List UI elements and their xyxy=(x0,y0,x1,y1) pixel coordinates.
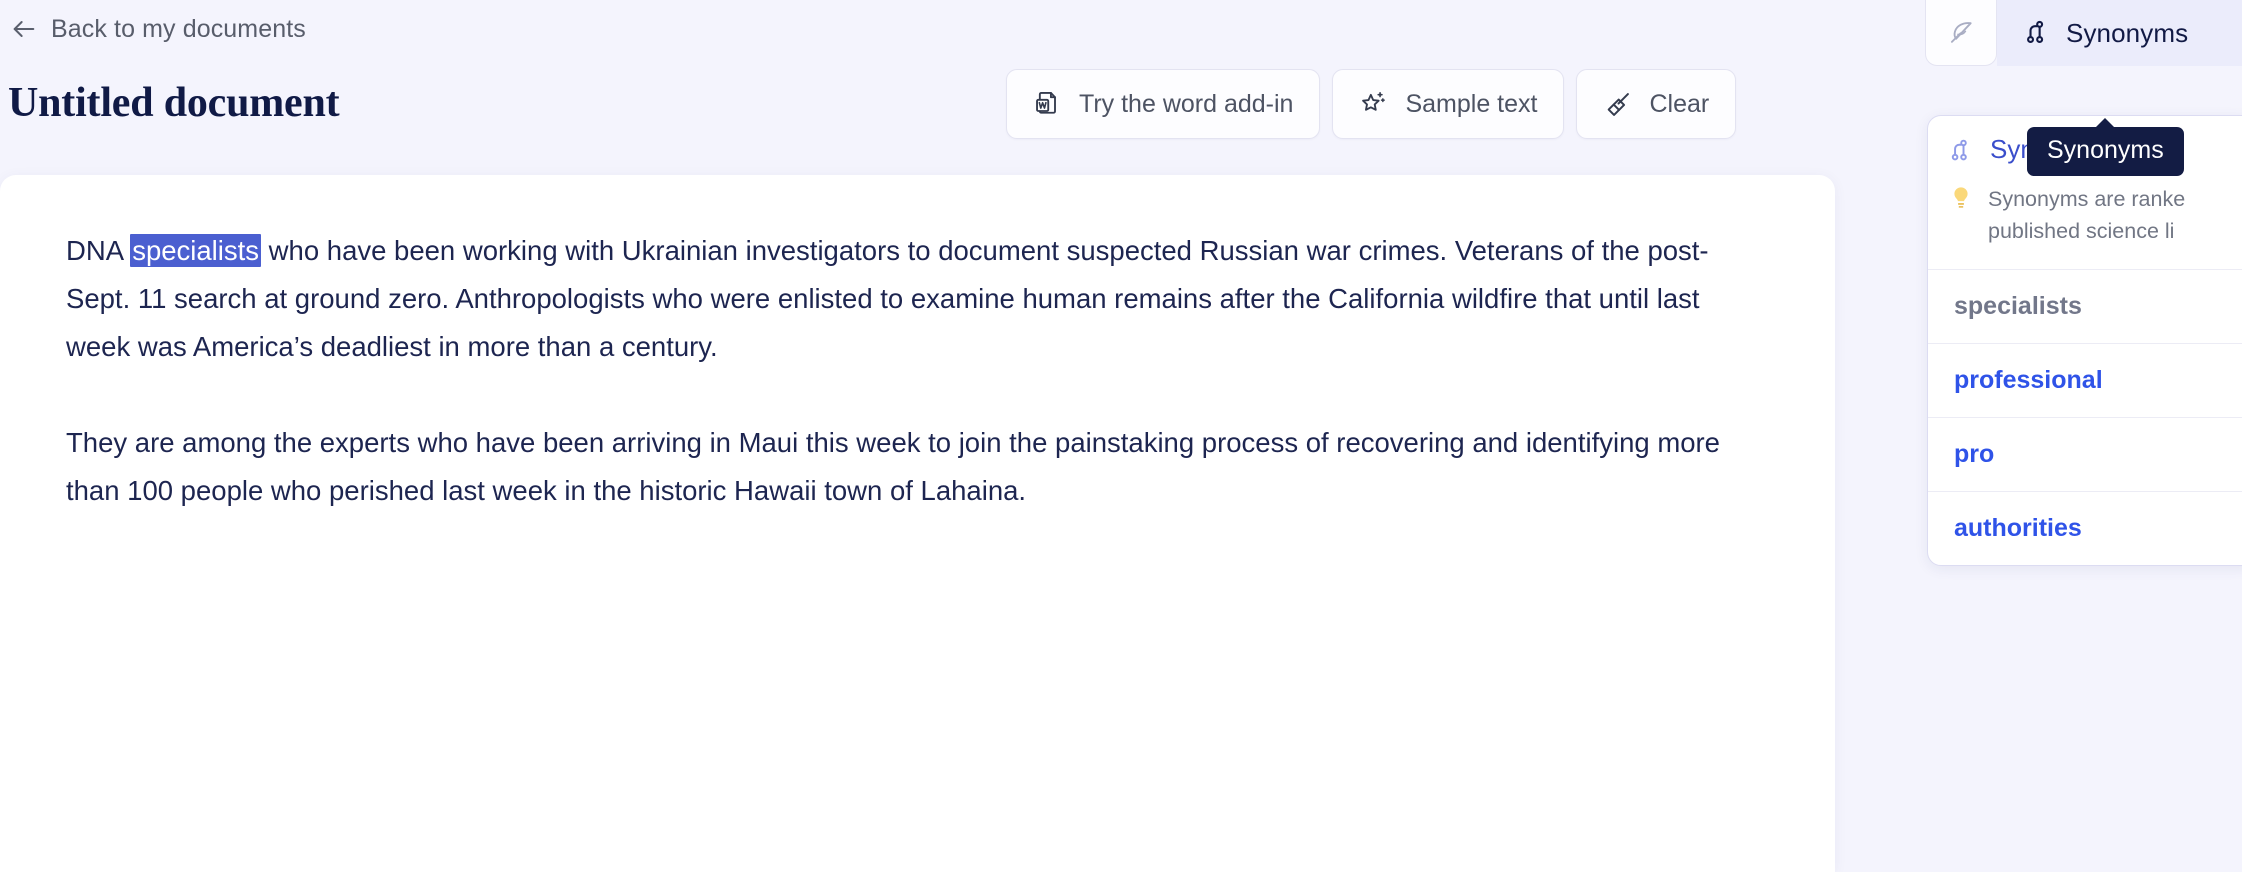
page-title: Untitled document xyxy=(8,80,340,126)
document-card: DNA specialists who have been working wi… xyxy=(0,175,1835,872)
sparkle-star-icon xyxy=(1359,89,1389,119)
paragraph-1-suffix: who have been working with Ukrainian inv… xyxy=(66,235,1709,362)
branch-icon xyxy=(1948,137,1976,165)
branch-icon xyxy=(2023,18,2053,48)
document-paragraph-1: DNA specialists who have been working wi… xyxy=(66,227,1765,371)
sidebar-tab-bar: Synonyms xyxy=(1925,0,2242,66)
synonyms-panel: Synonyms for "s Synonyms are rankepublis… xyxy=(1927,115,2242,566)
word-document-icon xyxy=(1033,89,1063,119)
document-toolbar: Try the word add-in Sample text Clear xyxy=(1006,69,1737,139)
tab-synonyms[interactable]: Synonyms xyxy=(1997,0,2242,66)
clear-button[interactable]: Clear xyxy=(1576,69,1737,139)
document-text-area[interactable]: DNA specialists who have been working wi… xyxy=(0,175,1835,515)
back-to-documents-link[interactable]: Back to my documents xyxy=(10,8,306,50)
synonym-item-authorities[interactable]: authorities xyxy=(1928,491,2242,565)
hint-line-2: published science li xyxy=(1988,219,2175,243)
synonyms-hint-text: Synonyms are ranke published science li xyxy=(1988,183,2185,247)
tab-synonyms-label: Synonyms xyxy=(2066,17,2189,48)
arrow-left-icon xyxy=(10,15,38,43)
sample-text-label: Sample text xyxy=(1405,89,1538,118)
hint-line-1: Synonyms are ranke xyxy=(1988,187,2186,211)
synonyms-hint: Synonyms are ranke published science li xyxy=(1928,165,2242,269)
broom-icon xyxy=(1603,89,1633,119)
synonym-item-pro[interactable]: pro xyxy=(1928,417,2242,491)
feather-quill-icon xyxy=(1946,18,1976,48)
try-word-addin-button[interactable]: Try the word add-in xyxy=(1006,69,1321,139)
clear-label: Clear xyxy=(1649,89,1710,118)
document-paragraph-2: They are among the experts who have been… xyxy=(66,427,1720,506)
back-link-label: Back to my documents xyxy=(51,14,306,43)
synonym-item-professional[interactable]: professional xyxy=(1928,343,2242,417)
synonyms-tooltip: Synonyms xyxy=(2027,118,2184,176)
lightbulb-icon xyxy=(1948,185,1974,215)
synonym-item-current: specialists xyxy=(1928,269,2242,343)
tab-paraphraser[interactable] xyxy=(1925,0,1997,66)
try-word-addin-label: Try the word add-in xyxy=(1079,89,1294,118)
selected-word-highlight[interactable]: specialists xyxy=(130,234,262,267)
editor-column: Back to my documents Untitled document T… xyxy=(0,0,1925,872)
paragraph-1-prefix: DNA xyxy=(66,235,131,266)
sample-text-button[interactable]: Sample text xyxy=(1332,69,1565,139)
